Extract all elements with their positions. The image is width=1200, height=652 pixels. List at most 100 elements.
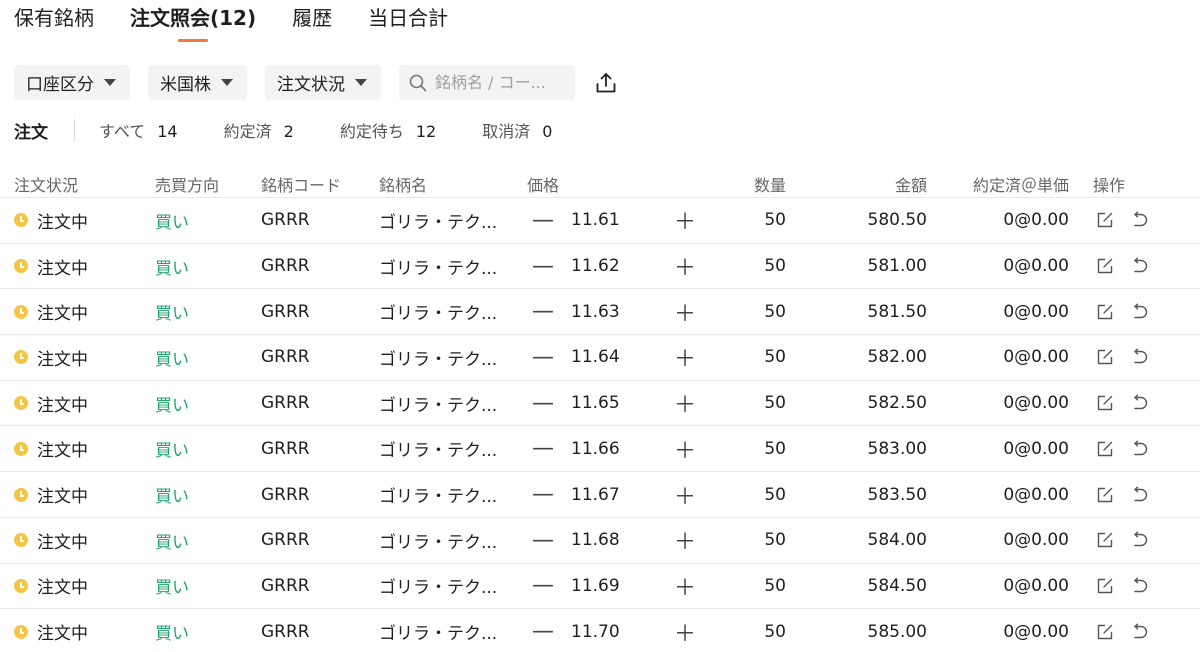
price-increase-button[interactable]: ＋: [674, 564, 696, 609]
cancel-order-button[interactable]: [1130, 609, 1150, 652]
price-decrease-button[interactable]: —: [532, 564, 554, 609]
price-increase-button[interactable]: ＋: [674, 381, 696, 426]
edit-order-button[interactable]: [1095, 472, 1115, 517]
price-value[interactable]: 11.63: [571, 289, 620, 334]
name-cell: ゴリラ・テク...: [379, 578, 498, 599]
price-increase-button[interactable]: ＋: [674, 198, 696, 243]
table-row[interactable]: 注文中 買い GRRR ゴリラ・テク... — 11.62 ＋ 50 581.0…: [0, 244, 1200, 290]
price-value[interactable]: 11.68: [571, 518, 620, 563]
edit-order-button[interactable]: [1095, 609, 1115, 652]
edit-icon: [1095, 393, 1115, 413]
cancel-order-button[interactable]: [1130, 198, 1150, 243]
price-value[interactable]: 11.64: [571, 335, 620, 380]
count-cancelled[interactable]: 取消済 0: [482, 118, 552, 142]
filled-cell: 0@0.00: [1003, 256, 1069, 277]
edit-order-button[interactable]: [1095, 381, 1115, 426]
order-status-dropdown[interactable]: 注文状況: [265, 65, 381, 100]
edit-order-button[interactable]: [1095, 335, 1115, 380]
price-increase-button[interactable]: ＋: [674, 244, 696, 289]
status-cell: 注文中: [14, 427, 88, 472]
filled-cell: 0@0.00: [1003, 347, 1069, 368]
side-cell: 買い: [155, 532, 189, 553]
table-row[interactable]: 注文中 買い GRRR ゴリラ・テク... — 11.67 ＋ 50 583.5…: [0, 472, 1200, 518]
name-cell: ゴリラ・テク...: [379, 395, 498, 416]
price-increase-button[interactable]: ＋: [674, 472, 696, 517]
price-value[interactable]: 11.61: [571, 198, 620, 243]
search-input[interactable]: [435, 73, 563, 92]
amount-cell: 583.50: [867, 484, 927, 505]
table-row[interactable]: 注文中 買い GRRR ゴリラ・テク... — 11.65 ＋ 50 582.5…: [0, 381, 1200, 427]
undo-icon: [1130, 622, 1150, 642]
tab-daily-total[interactable]: 当日合計: [368, 0, 448, 44]
name-cell: ゴリラ・テク...: [379, 487, 498, 508]
price-value[interactable]: 11.62: [571, 244, 620, 289]
cancel-order-button[interactable]: [1130, 335, 1150, 380]
edit-order-button[interactable]: [1095, 564, 1115, 609]
price-decrease-button[interactable]: —: [532, 198, 554, 243]
account-type-dropdown[interactable]: 口座区分: [14, 65, 130, 100]
code-cell: GRRR: [261, 256, 310, 277]
price-increase-button[interactable]: ＋: [674, 427, 696, 472]
edit-icon: [1095, 576, 1115, 596]
table-row[interactable]: 注文中 買い GRRR ゴリラ・テク... — 11.70 ＋ 50 585.0…: [0, 609, 1200, 652]
table-row[interactable]: 注文中 買い GRRR ゴリラ・テク... — 11.66 ＋ 50 583.0…: [0, 427, 1200, 473]
price-value[interactable]: 11.67: [571, 472, 620, 517]
tab-history[interactable]: 履歴: [292, 0, 332, 44]
table-row[interactable]: 注文中 買い GRRR ゴリラ・テク... — 11.64 ＋ 50 582.0…: [0, 335, 1200, 381]
cancel-order-button[interactable]: [1130, 518, 1150, 563]
market-dropdown[interactable]: 米国株: [148, 65, 247, 100]
edit-order-button[interactable]: [1095, 289, 1115, 334]
table-row[interactable]: 注文中 買い GRRR ゴリラ・テク... — 11.63 ＋ 50 581.5…: [0, 289, 1200, 336]
table-row[interactable]: 注文中 買い GRRR ゴリラ・テク... — 11.61 ＋ 50 580.5…: [0, 198, 1200, 244]
edit-order-button[interactable]: [1095, 244, 1115, 289]
tab-holdings[interactable]: 保有銘柄: [14, 0, 94, 44]
count-pending[interactable]: 約定待ち 12: [340, 118, 436, 142]
price-decrease-button[interactable]: —: [532, 427, 554, 472]
price-decrease-button[interactable]: —: [532, 472, 554, 517]
table-row[interactable]: 注文中 買い GRRR ゴリラ・テク... — 11.68 ＋ 50 584.0…: [0, 518, 1200, 564]
edit-order-button[interactable]: [1095, 427, 1115, 472]
tab-order-inquiry[interactable]: 注文照会(12): [130, 0, 256, 44]
price-decrease-button[interactable]: —: [532, 335, 554, 380]
count-filled[interactable]: 約定済 2: [224, 118, 294, 142]
count-all[interactable]: すべて 14: [99, 118, 178, 142]
clock-icon: [14, 533, 28, 548]
code-cell: GRRR: [261, 530, 310, 551]
price-decrease-button[interactable]: —: [532, 609, 554, 652]
price-increase-button[interactable]: ＋: [674, 335, 696, 380]
cancel-order-button[interactable]: [1130, 381, 1150, 426]
price-decrease-button[interactable]: —: [532, 244, 554, 289]
clock-icon: [14, 624, 28, 639]
price-value[interactable]: 11.70: [571, 609, 620, 652]
price-decrease-button[interactable]: —: [532, 289, 554, 334]
cancel-order-button[interactable]: [1130, 289, 1150, 334]
col-side: 売買方向: [155, 176, 220, 195]
filled-cell: 0@0.00: [1003, 210, 1069, 231]
price-value[interactable]: 11.69: [571, 564, 620, 609]
code-cell: GRRR: [261, 210, 310, 231]
search-box[interactable]: [399, 65, 575, 100]
edit-order-button[interactable]: [1095, 198, 1115, 243]
caret-down-icon: [355, 79, 367, 86]
export-button[interactable]: [593, 70, 619, 96]
cancel-order-button[interactable]: [1130, 472, 1150, 517]
price-increase-button[interactable]: ＋: [674, 289, 696, 334]
edit-order-button[interactable]: [1095, 518, 1115, 563]
price-increase-button[interactable]: ＋: [674, 518, 696, 563]
table-row[interactable]: 注文中 買い GRRR ゴリラ・テク... — 11.69 ＋ 50 584.5…: [0, 564, 1200, 610]
cancel-order-button[interactable]: [1130, 427, 1150, 472]
name-cell: ゴリラ・テク...: [379, 212, 498, 233]
cancel-order-button[interactable]: [1130, 244, 1150, 289]
undo-icon: [1130, 530, 1150, 550]
price-value[interactable]: 11.66: [571, 427, 620, 472]
price-decrease-button[interactable]: —: [532, 518, 554, 563]
price-value[interactable]: 11.65: [571, 381, 620, 426]
edit-icon: [1095, 439, 1115, 459]
price-increase-button[interactable]: ＋: [674, 609, 696, 652]
qty-cell: 50: [764, 347, 786, 368]
filled-cell: 0@0.00: [1003, 621, 1069, 642]
name-cell: ゴリラ・テク...: [379, 441, 498, 462]
cancel-order-button[interactable]: [1130, 564, 1150, 609]
price-decrease-button[interactable]: —: [532, 381, 554, 426]
clock-icon: [14, 396, 28, 411]
